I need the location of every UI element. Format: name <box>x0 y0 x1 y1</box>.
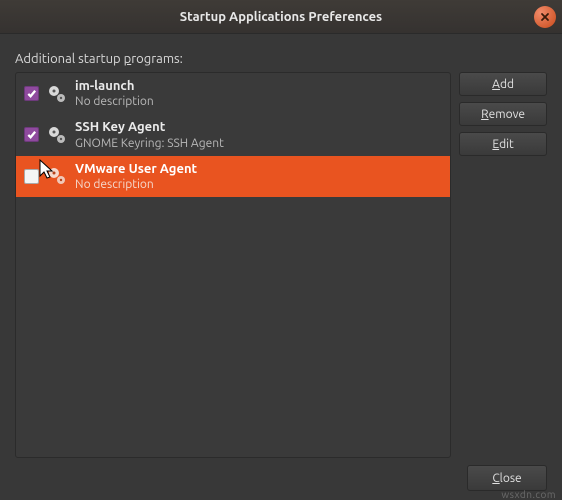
side-buttons: Add Remove Edit <box>459 72 547 458</box>
watermark: wsxdn.com <box>501 489 556 500</box>
enabled-checkbox[interactable] <box>24 169 39 184</box>
titlebar: Startup Applications Preferences <box>0 0 562 34</box>
startup-list[interactable]: im-launch No description S <box>15 72 451 458</box>
footer: Close <box>467 465 547 491</box>
item-desc: No description <box>75 94 154 109</box>
item-text: SSH Key Agent GNOME Keyring: SSH Agent <box>75 119 224 150</box>
item-desc: No description <box>75 177 197 192</box>
add-button[interactable]: Add <box>459 72 547 96</box>
list-item[interactable]: im-launch No description <box>16 73 450 114</box>
enabled-checkbox[interactable] <box>24 86 39 101</box>
item-name: SSH Key Agent <box>75 119 224 135</box>
gears-icon <box>47 84 67 104</box>
gears-icon <box>47 166 67 186</box>
close-button[interactable]: Close <box>467 465 547 491</box>
item-desc: GNOME Keyring: SSH Agent <box>75 136 224 151</box>
remove-button[interactable]: Remove <box>459 102 547 126</box>
enabled-checkbox[interactable] <box>24 127 39 142</box>
list-item[interactable]: SSH Key Agent GNOME Keyring: SSH Agent <box>16 114 450 155</box>
main-row: im-launch No description S <box>15 72 547 458</box>
window-title: Startup Applications Preferences <box>180 10 382 24</box>
list-item[interactable]: VMware User Agent No description <box>16 156 450 197</box>
content-area: Additional startup programs: im-launch <box>0 34 562 468</box>
gears-icon <box>47 125 67 145</box>
edit-button[interactable]: Edit <box>459 132 547 156</box>
list-label: Additional startup programs: <box>15 52 547 66</box>
item-name: im-launch <box>75 78 154 94</box>
close-icon <box>540 12 550 22</box>
item-text: VMware User Agent No description <box>75 161 197 192</box>
window-close-button[interactable] <box>534 6 556 28</box>
item-name: VMware User Agent <box>75 161 197 177</box>
item-text: im-launch No description <box>75 78 154 109</box>
